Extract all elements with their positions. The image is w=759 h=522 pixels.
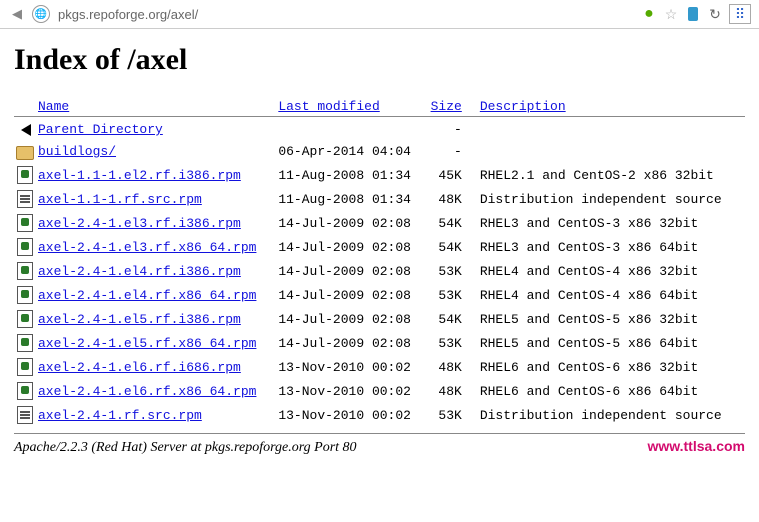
file-link[interactable]: axel-2.4-1.el4.rf.i386.rpm — [38, 264, 241, 279]
pkg-icon — [17, 262, 33, 280]
file-modified: 14-Jul-2009 02:08 — [278, 259, 427, 283]
file-size: 54K — [428, 235, 480, 259]
file-description: RHEL6 and CentOS-6 x86 64bit — [480, 379, 745, 403]
file-link[interactable]: axel-2.4-1.el6.rf.i686.rpm — [38, 360, 241, 375]
pkg-icon — [17, 238, 33, 256]
file-size: 53K — [428, 331, 480, 355]
extension-icon[interactable]: ⠿ — [729, 4, 751, 24]
browser-toolbar: ◀ 🌐 ● ☆ ↻ ⠿ — [0, 0, 759, 29]
folder-icon — [16, 146, 34, 160]
file-size: 53K — [428, 403, 480, 427]
header-size[interactable]: Size — [431, 99, 462, 114]
file-modified — [278, 119, 427, 140]
pkg-icon — [17, 166, 33, 184]
table-row: axel-2.4-1.el4.rf.x86 64.rpm 14-Jul-2009 … — [14, 283, 745, 307]
pkg-icon — [17, 310, 33, 328]
file-size: 48K — [428, 187, 480, 211]
file-size: - — [428, 119, 480, 140]
status-icon[interactable]: ● — [641, 6, 657, 22]
file-modified: 06-Apr-2014 04:04 — [278, 140, 427, 163]
table-row: axel-2.4-1.el3.rf.x86 64.rpm 14-Jul-2009 … — [14, 235, 745, 259]
url-input[interactable] — [56, 6, 635, 23]
file-description: RHEL5 and CentOS-5 x86 64bit — [480, 331, 745, 355]
pkg-icon — [17, 382, 33, 400]
table-row: buildlogs/06-Apr-2014 04:04- — [14, 140, 745, 163]
file-link[interactable]: axel-2.4-1.rf.src.rpm — [38, 408, 202, 423]
file-description: RHEL3 and CentOS-3 x86 64bit — [480, 235, 745, 259]
file-size: 54K — [428, 211, 480, 235]
table-header-row: Name Last modified Size Description — [14, 97, 745, 117]
table-row: axel-2.4-1.el5.rf.x86 64.rpm 14-Jul-2009 … — [14, 331, 745, 355]
file-size: - — [428, 140, 480, 163]
table-row: axel-1.1-1.el2.rf.i386.rpm 11-Aug-2008 01… — [14, 163, 745, 187]
file-modified: 14-Jul-2009 02:08 — [278, 331, 427, 355]
watermark: www.ttlsa.com — [647, 438, 745, 454]
divider — [14, 433, 745, 434]
file-description: Distribution independent source — [480, 187, 745, 211]
back-button[interactable]: ◀ — [8, 5, 26, 23]
table-row: Parent Directory - — [14, 119, 745, 140]
file-modified: 11-Aug-2008 01:34 — [278, 187, 427, 211]
file-description: RHEL2.1 and CentOS-2 x86 32bit — [480, 163, 745, 187]
file-description — [480, 140, 745, 163]
file-description: RHEL3 and CentOS-3 x86 32bit — [480, 211, 745, 235]
pkg-icon — [17, 358, 33, 376]
file-description: RHEL4 and CentOS-4 x86 32bit — [480, 259, 745, 283]
file-link[interactable]: Parent Directory — [38, 122, 163, 137]
pkg-icon — [17, 286, 33, 304]
file-description: RHEL5 and CentOS-5 x86 32bit — [480, 307, 745, 331]
mobile-icon[interactable] — [685, 6, 701, 22]
pkg-icon — [17, 334, 33, 352]
page-title: Index of /axel — [14, 43, 745, 77]
server-signature: Apache/2.2.3 (Red Hat) Server at pkgs.re… — [14, 440, 357, 456]
file-link[interactable]: axel-1.1-1.el2.rf.i386.rpm — [38, 168, 241, 183]
file-link[interactable]: axel-2.4-1.el5.rf.x86 64.rpm — [38, 336, 256, 351]
table-row: axel-2.4-1.el6.rf.x86 64.rpm 13-Nov-2010 … — [14, 379, 745, 403]
file-size: 45K — [428, 163, 480, 187]
table-row: axel-2.4-1.rf.src.rpm 13-Nov-2010 00:0253… — [14, 403, 745, 427]
file-modified: 11-Aug-2008 01:34 — [278, 163, 427, 187]
file-description: RHEL6 and CentOS-6 x86 32bit — [480, 355, 745, 379]
file-modified: 13-Nov-2010 00:02 — [278, 403, 427, 427]
src-icon — [17, 190, 33, 208]
file-listing-table: Name Last modified Size Description Pare… — [14, 97, 745, 427]
bookmark-icon[interactable]: ☆ — [663, 6, 679, 22]
file-link[interactable]: axel-2.4-1.el3.rf.i386.rpm — [38, 216, 241, 231]
file-link[interactable]: axel-2.4-1.el6.rf.x86 64.rpm — [38, 384, 256, 399]
page-content: Index of /axel Name Last modified Size D… — [0, 29, 759, 464]
file-description — [480, 119, 745, 140]
file-link[interactable]: axel-2.4-1.el5.rf.i386.rpm — [38, 312, 241, 327]
table-row: axel-2.4-1.el3.rf.i386.rpm 14-Jul-2009 02… — [14, 211, 745, 235]
file-modified: 14-Jul-2009 02:08 — [278, 283, 427, 307]
reload-icon[interactable]: ↻ — [707, 6, 723, 22]
file-size: 54K — [428, 307, 480, 331]
file-modified: 13-Nov-2010 00:02 — [278, 379, 427, 403]
file-modified: 13-Nov-2010 00:02 — [278, 355, 427, 379]
file-size: 53K — [428, 283, 480, 307]
back-icon — [21, 124, 31, 136]
file-description: RHEL4 and CentOS-4 x86 64bit — [480, 283, 745, 307]
table-row: axel-2.4-1.el5.rf.i386.rpm 14-Jul-2009 02… — [14, 307, 745, 331]
table-row: axel-1.1-1.rf.src.rpm 11-Aug-2008 01:3448… — [14, 187, 745, 211]
file-modified: 14-Jul-2009 02:08 — [278, 235, 427, 259]
footer: Apache/2.2.3 (Red Hat) Server at pkgs.re… — [14, 438, 745, 460]
file-size: 48K — [428, 355, 480, 379]
header-description[interactable]: Description — [480, 99, 566, 114]
file-link[interactable]: axel-1.1-1.rf.src.rpm — [38, 192, 202, 207]
file-size: 53K — [428, 259, 480, 283]
file-link[interactable]: axel-2.4-1.el4.rf.x86 64.rpm — [38, 288, 256, 303]
file-description: Distribution independent source — [480, 403, 745, 427]
file-size: 48K — [428, 379, 480, 403]
file-modified: 14-Jul-2009 02:08 — [278, 211, 427, 235]
header-modified[interactable]: Last modified — [278, 99, 379, 114]
table-row: axel-2.4-1.el4.rf.i386.rpm 14-Jul-2009 02… — [14, 259, 745, 283]
file-link[interactable]: axel-2.4-1.el3.rf.x86 64.rpm — [38, 240, 256, 255]
table-row: axel-2.4-1.el6.rf.i686.rpm 13-Nov-2010 00… — [14, 355, 745, 379]
globe-icon: 🌐 — [32, 5, 50, 23]
pkg-icon — [17, 214, 33, 232]
header-name[interactable]: Name — [38, 99, 69, 114]
src-icon — [17, 406, 33, 424]
file-link[interactable]: buildlogs/ — [38, 144, 116, 159]
file-modified: 14-Jul-2009 02:08 — [278, 307, 427, 331]
